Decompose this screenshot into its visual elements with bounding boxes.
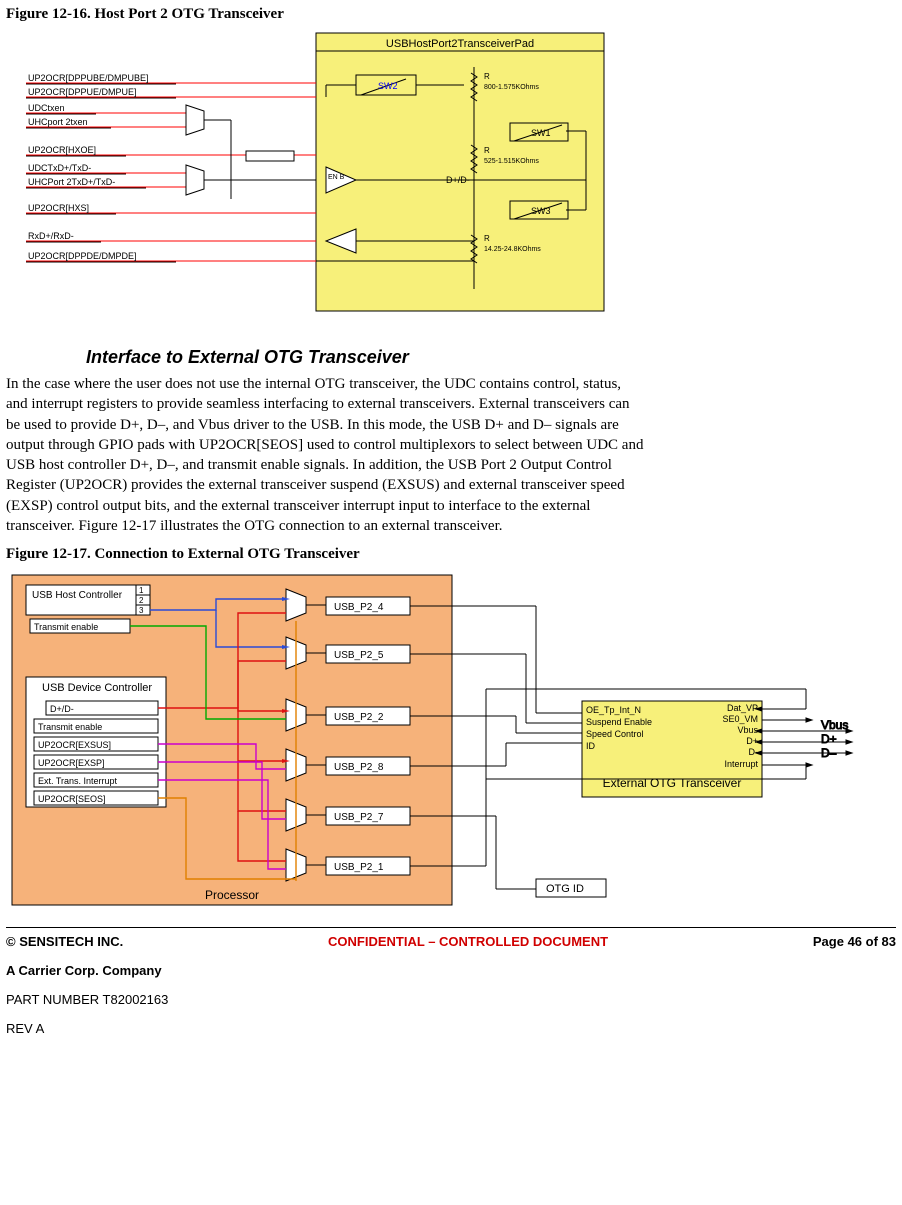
svg-text:USB_P2_1: USB_P2_1 — [334, 862, 384, 873]
svg-text:D+: D+ — [746, 736, 758, 746]
svg-text:R: R — [484, 72, 490, 81]
footer-rule — [6, 927, 896, 928]
fig1-signal-0: UP2OCR[DPPUBE/DMPUBE] — [26, 73, 316, 84]
svg-text:SW1: SW1 — [531, 128, 551, 138]
svg-text:UDCTxD+/TxD-: UDCTxD+/TxD- — [28, 163, 91, 173]
svg-text:OTG ID: OTG ID — [546, 883, 584, 895]
svg-text:D+/D-: D+/D- — [50, 704, 74, 714]
svg-text:USB_P2_2: USB_P2_2 — [334, 712, 384, 723]
svg-text:USB_P2_4: USB_P2_4 — [334, 602, 384, 613]
svg-text:UP2OCR[HXOE]: UP2OCR[HXOE] — [28, 145, 96, 155]
footer-part: PART NUMBER T82002163 — [6, 992, 896, 1007]
fig1-signal-6: UHCPort 2TxD+/TxD- — [26, 177, 186, 188]
svg-text:Ext. Trans. Interrupt: Ext. Trans. Interrupt — [38, 776, 118, 786]
svg-text:USB_P2_7: USB_P2_7 — [334, 812, 384, 823]
svg-text:ID: ID — [586, 741, 596, 751]
footer-mid: CONFIDENTIAL – CONTROLLED DOCUMENT — [328, 934, 608, 949]
svg-text:UP2OCR[DPPDE/DMPDE]: UP2OCR[DPPDE/DMPDE] — [28, 251, 137, 261]
fig1-signal-2: UDCtxen — [26, 103, 186, 114]
figure-12-17-diagram: Processor USB Host Controller Transmit e… — [6, 569, 896, 919]
svg-text:Interrupt: Interrupt — [724, 759, 758, 769]
svg-text:Dat_VP: Dat_VP — [727, 703, 758, 713]
svg-text:USB Device Controller: USB Device Controller — [42, 682, 152, 694]
section-title: Interface to External OTG Transceiver — [86, 347, 896, 368]
fig1-signal-3: UHCport 2txen — [26, 117, 186, 128]
fig1-box-header: USBHostPort2TransceiverPad — [386, 38, 534, 50]
svg-text:OE_Tp_Int_N: OE_Tp_Int_N — [586, 705, 641, 715]
svg-text:UDCtxen: UDCtxen — [28, 103, 65, 113]
svg-text:Transmit enable: Transmit enable — [34, 622, 98, 632]
fig1-enable-box — [246, 151, 294, 161]
svg-text:USB_P2_8: USB_P2_8 — [334, 762, 384, 773]
footer-company: A Carrier Corp. Company — [6, 963, 896, 978]
svg-text:RxD+/RxD-: RxD+/RxD- — [28, 231, 74, 241]
fig1-signal-7: UP2OCR[HXS] — [26, 203, 316, 214]
svg-text:3: 3 — [139, 606, 144, 615]
svg-text:525-1.515KOhms: 525-1.515KOhms — [484, 158, 539, 165]
figure-12-16-title: Figure 12-16. Host Port 2 OTG Transceive… — [6, 6, 896, 23]
svg-text:Vbus: Vbus — [737, 725, 758, 735]
svg-text:SW2: SW2 — [378, 81, 398, 91]
svg-text:UP2OCR[DPPUE/DMPUE]: UP2OCR[DPPUE/DMPUE] — [28, 87, 137, 97]
svg-text:EN B: EN B — [328, 174, 345, 181]
svg-text:D+: D+ — [821, 732, 837, 746]
figure-12-16-diagram: USBHostPort2TransceiverPad UP2OCR[DPPUBE… — [26, 29, 896, 319]
footer-left: © SENSITECH INC. — [6, 934, 123, 949]
footer-row: © SENSITECH INC. CONFIDENTIAL – CONTROLL… — [6, 934, 896, 949]
svg-text:D-: D- — [749, 747, 759, 757]
svg-text:Suspend Enable: Suspend Enable — [586, 717, 652, 727]
svg-text:UP2OCR[EXSP]: UP2OCR[EXSP] — [38, 758, 105, 768]
svg-text:D–: D– — [821, 746, 837, 760]
svg-text:UHCPort 2TxD+/TxD-: UHCPort 2TxD+/TxD- — [28, 177, 115, 187]
footer-right: Page 46 of 83 — [813, 934, 896, 949]
fig1-signal-8: RxD+/RxD- — [26, 231, 316, 242]
footer-rev: REV A — [6, 1021, 896, 1036]
svg-text:UP2OCR[EXSUS]: UP2OCR[EXSUS] — [38, 740, 111, 750]
svg-text:SE0_VM: SE0_VM — [722, 714, 758, 724]
svg-text:Vbus: Vbus — [821, 718, 848, 732]
figure-12-17-title: Figure 12-17. Connection to External OTG… — [6, 546, 896, 563]
svg-text:R: R — [484, 234, 490, 243]
svg-text:External OTG Transceiver: External OTG Transceiver — [603, 776, 742, 790]
svg-text:800-1.575KOhms: 800-1.575KOhms — [484, 84, 539, 91]
fig1-mux-2 — [186, 165, 204, 195]
svg-text:Transmit enable: Transmit enable — [38, 722, 102, 732]
svg-text:SW3: SW3 — [531, 206, 551, 216]
fig1-signal-5: UDCTxD+/TxD- — [26, 163, 186, 174]
fig1-mux-1 — [186, 105, 204, 135]
fig1-signal-9: UP2OCR[DPPDE/DMPDE] — [26, 251, 316, 262]
svg-text:UHCport 2txen: UHCport 2txen — [28, 117, 88, 127]
svg-text:UP2OCR[SEOS]: UP2OCR[SEOS] — [38, 794, 106, 804]
svg-text:USB_P2_5: USB_P2_5 — [334, 650, 384, 661]
svg-text:R: R — [484, 146, 490, 155]
svg-text:2: 2 — [139, 596, 144, 605]
section-body: In the case where the user does not use … — [6, 374, 646, 536]
svg-text:UP2OCR[HXS]: UP2OCR[HXS] — [28, 203, 89, 213]
svg-text:Processor: Processor — [205, 888, 259, 902]
svg-text:14.25-24.8KOhms: 14.25-24.8KOhms — [484, 246, 541, 253]
svg-text:1: 1 — [139, 586, 144, 595]
svg-text:USB Host Controller: USB Host Controller — [32, 590, 123, 601]
fig1-signal-1: UP2OCR[DPPUE/DMPUE] — [26, 87, 316, 98]
svg-text:Speed Control: Speed Control — [586, 729, 644, 739]
svg-text:UP2OCR[DPPUBE/DMPUBE]: UP2OCR[DPPUBE/DMPUBE] — [28, 73, 149, 83]
